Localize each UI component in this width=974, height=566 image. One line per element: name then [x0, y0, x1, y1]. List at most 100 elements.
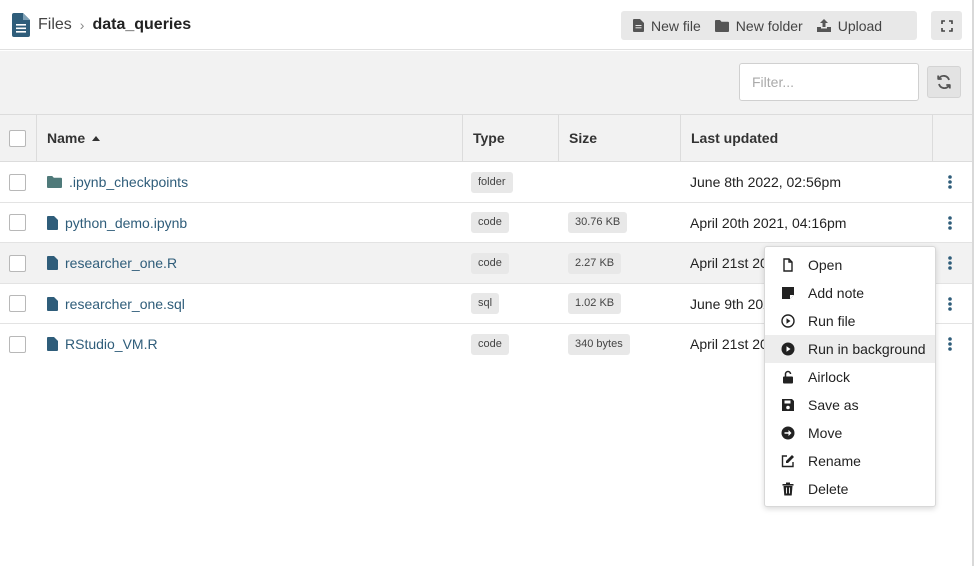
column-size-label: Size — [569, 130, 598, 146]
size-badge: 30.76 KB — [568, 212, 628, 233]
last-updated: April 20th 2021, 04:16pm — [690, 214, 847, 231]
file-name-link[interactable]: researcher_one.R — [47, 243, 177, 283]
type-badge: code — [471, 212, 509, 233]
size-badge: 340 bytes — [568, 333, 630, 355]
menu-item-save-as[interactable]: Save as — [765, 391, 935, 419]
header-checkbox-cell — [0, 115, 36, 161]
row-checkbox[interactable] — [9, 254, 26, 272]
file-name-link[interactable]: researcher_one.sql — [47, 284, 185, 324]
menu-item-run-file[interactable]: Run file — [765, 307, 935, 335]
row-actions-button[interactable] — [940, 243, 960, 283]
fullscreen-button[interactable] — [931, 11, 962, 40]
new-file-button[interactable]: New file — [621, 11, 708, 40]
row-checkbox[interactable] — [9, 335, 26, 353]
size-badge: 2.27 KB — [568, 252, 622, 274]
column-header-updated[interactable]: Last updated — [680, 115, 932, 161]
row-checkbox[interactable] — [9, 295, 26, 312]
file-icon — [47, 296, 58, 311]
folder-icon — [714, 19, 729, 32]
column-header-size[interactable]: Size — [558, 115, 680, 161]
table-row[interactable]: python_demo.ipynb code 30.76 KB April 20… — [0, 203, 972, 243]
menu-item-airlock[interactable]: Airlock — [765, 363, 935, 391]
expand-icon — [940, 19, 953, 32]
file-name: researcher_one.sql — [65, 295, 185, 312]
filter-input[interactable] — [739, 63, 919, 101]
file-name-link[interactable]: RStudio_VM.R — [47, 324, 158, 364]
row-actions-button[interactable] — [940, 324, 960, 364]
play-circle-outline-icon — [781, 314, 795, 328]
select-all-checkbox[interactable] — [9, 129, 26, 147]
trash-icon — [782, 482, 794, 496]
page-header: Files › data_queries New file New folder… — [0, 0, 972, 50]
file-name: python_demo.ipynb — [65, 214, 188, 231]
menu-item-rename[interactable]: Rename — [765, 447, 935, 475]
column-header-name[interactable]: Name — [36, 115, 462, 161]
row-checkbox[interactable] — [9, 173, 26, 191]
file-name: RStudio_VM.R — [65, 336, 158, 352]
size-badge: 1.02 KB — [568, 293, 622, 314]
file-toolbar: New file New folder Upload — [621, 11, 917, 40]
unlock-icon — [783, 370, 793, 384]
menu-item-add-note[interactable]: Add note — [765, 279, 935, 307]
menu-item-move[interactable]: Move — [765, 419, 935, 447]
document-icon — [12, 13, 30, 37]
column-header-type[interactable]: Type — [462, 115, 558, 161]
row-actions-button[interactable] — [940, 284, 960, 324]
menu-item-open[interactable]: Open — [765, 251, 935, 279]
type-badge: code — [471, 252, 509, 274]
breadcrumb-root[interactable]: Files — [38, 16, 72, 34]
edit-icon — [781, 455, 794, 468]
menu-item-label: Airlock — [808, 369, 851, 385]
arrow-circle-right-icon — [781, 426, 795, 440]
file-name-link[interactable]: python_demo.ipynb — [47, 203, 187, 243]
breadcrumb: Files › data_queries — [12, 12, 191, 38]
column-type-label: Type — [473, 130, 505, 146]
file-name-link[interactable]: .ipynb_checkpoints — [47, 162, 188, 202]
filter-bar — [0, 51, 972, 114]
kebab-menu-icon — [948, 215, 952, 230]
file-context-menu: Open Add note Run file Run in background… — [764, 246, 936, 507]
file-name: researcher_one.R — [65, 255, 178, 271]
file-icon — [633, 19, 644, 32]
breadcrumb-separator-icon: › — [79, 17, 85, 33]
row-actions-button[interactable] — [940, 203, 960, 243]
folder-icon — [47, 176, 62, 188]
refresh-icon — [937, 75, 951, 89]
new-folder-button[interactable]: New folder — [708, 11, 810, 40]
menu-item-delete[interactable]: Delete — [765, 475, 935, 503]
file-icon — [47, 215, 58, 230]
menu-item-label: Move — [808, 425, 843, 441]
upload-button[interactable]: Upload — [810, 11, 889, 40]
kebab-menu-icon — [948, 296, 952, 311]
table-header: Name Type Size Last updated — [0, 114, 972, 162]
type-badge: code — [471, 333, 509, 355]
table-row[interactable]: .ipynb_checkpoints folder June 8th 2022,… — [0, 162, 972, 203]
save-icon — [782, 399, 794, 411]
upload-label: Upload — [837, 17, 883, 34]
menu-item-label: Delete — [808, 481, 849, 497]
menu-item-label: Run in background — [808, 341, 926, 357]
file-outline-icon — [783, 258, 793, 272]
menu-item-label: Add note — [808, 285, 865, 301]
kebab-menu-icon — [948, 256, 952, 270]
sticky-note-icon — [782, 287, 794, 299]
menu-item-run-in-background[interactable]: Run in background — [765, 335, 935, 363]
column-name-label: Name — [47, 130, 86, 146]
play-circle-filled-icon — [781, 342, 795, 356]
column-updated-label: Last updated — [691, 130, 779, 146]
kebab-menu-icon — [948, 337, 952, 351]
last-updated: June 8th 2022, 02:56pm — [690, 174, 842, 190]
upload-icon — [816, 19, 831, 32]
menu-item-label: Run file — [808, 313, 856, 329]
breadcrumb-current: data_queries — [92, 16, 192, 33]
refresh-button[interactable] — [927, 66, 961, 98]
file-icon — [47, 256, 58, 270]
sort-ascending-icon — [92, 135, 101, 141]
menu-item-label: Open — [808, 257, 843, 273]
type-badge: sql — [471, 293, 500, 314]
menu-item-label: Save as — [808, 397, 859, 413]
row-checkbox[interactable] — [9, 214, 26, 231]
file-name: .ipynb_checkpoints — [69, 174, 189, 190]
menu-item-label: Rename — [808, 453, 861, 469]
row-actions-button[interactable] — [940, 162, 960, 202]
